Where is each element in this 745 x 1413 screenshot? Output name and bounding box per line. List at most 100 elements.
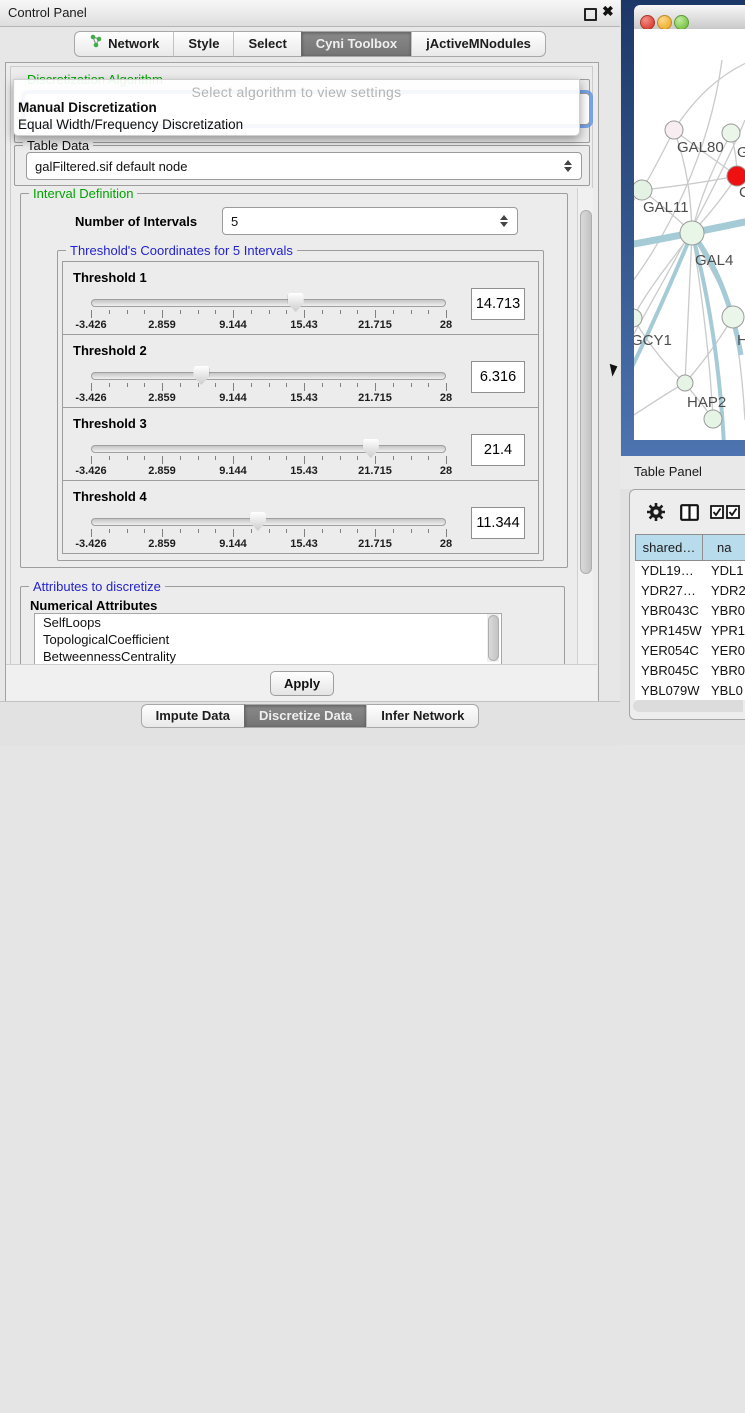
zoom-traffic-light-icon[interactable] xyxy=(674,15,689,30)
network-node-label: H xyxy=(737,332,745,349)
network-window-titlebar[interactable] xyxy=(634,5,745,30)
slider-ticks xyxy=(91,310,446,319)
table-hscrollbar-track[interactable] xyxy=(633,700,743,712)
network-node[interactable] xyxy=(704,410,722,428)
dropdown-item-2[interactable]: Equal Width/Frequency Discretization xyxy=(18,117,243,132)
numerical-attributes-list[interactable]: SelfLoopsTopologicalCoefficientBetweenne… xyxy=(34,613,502,665)
tab-label: Discretize Data xyxy=(259,705,352,727)
slider-ticks xyxy=(91,456,446,465)
network-node-label: GCY1 xyxy=(634,332,672,349)
gear-icon[interactable] xyxy=(646,502,666,527)
tab-network[interactable]: Network xyxy=(74,31,173,57)
tab-impute-data[interactable]: Impute Data xyxy=(141,704,244,728)
tab-label: jActiveMNodules xyxy=(426,32,531,56)
tab-cyni-toolbox[interactable]: Cyni Toolbox xyxy=(301,31,411,57)
close-icon[interactable]: ✖ xyxy=(602,3,614,20)
cell-name: YBR0 xyxy=(703,603,745,623)
threshold-label: Threshold 4 xyxy=(73,489,147,504)
attribute-list-item[interactable]: TopologicalCoefficient xyxy=(35,631,501,648)
table-row[interactable]: YBR043CYBR0 xyxy=(635,603,745,623)
threshold-value-field[interactable]: 14.713 xyxy=(471,288,525,320)
network-node[interactable] xyxy=(677,375,693,391)
mouse-cursor xyxy=(610,362,620,376)
minimize-traffic-light-icon[interactable] xyxy=(657,15,672,30)
combo-stepper-icon[interactable] xyxy=(564,160,572,172)
threshold-value-field[interactable]: 21.4 xyxy=(471,434,525,466)
tab-discretize-data[interactable]: Discretize Data xyxy=(244,704,366,728)
attribute-list-item[interactable]: SelfLoops xyxy=(35,614,501,631)
cell-name: YBR0 xyxy=(703,663,745,683)
threshold-label: Threshold 3 xyxy=(73,416,147,431)
network-node-label: GA xyxy=(737,144,745,161)
network-icon xyxy=(89,32,103,56)
table-row[interactable]: YDR27…YDR2 xyxy=(635,583,745,603)
node-table[interactable]: shared…naYDL19…YDL1YDR27…YDR2YBR043CYBR0… xyxy=(635,534,745,700)
attributes-group-title: Attributes to discretize xyxy=(29,579,165,594)
network-canvas[interactable]: GAL80GAGAL11CGAL4GCY1HHAP2 xyxy=(634,29,745,440)
top-tab-bar: Network Style Select Cyni Toolbox jActiveMNo… xyxy=(0,31,620,57)
slider-scale-labels: -3.4262.8599.14415.4321.71528 xyxy=(91,538,446,550)
tab-jactivemnodules[interactable]: jActiveMNodules xyxy=(411,31,546,57)
select-columns-icon[interactable] xyxy=(710,505,740,524)
table-panel-title: Table Panel xyxy=(634,464,702,479)
column-header-name[interactable]: na xyxy=(702,534,745,561)
network-node[interactable] xyxy=(722,306,744,328)
network-node[interactable] xyxy=(722,124,740,142)
table-row[interactable]: YDL19…YDL1 xyxy=(635,563,745,583)
cell-shared-name: YBR045C xyxy=(635,663,703,683)
close-traffic-light-icon[interactable] xyxy=(640,15,655,30)
thresholds-group-title: Threshold's Coordinates for 5 Intervals xyxy=(66,243,297,258)
slider-scale-labels: -3.4262.8599.14415.4321.71528 xyxy=(91,465,446,477)
number-of-intervals-combobox[interactable]: 5 xyxy=(222,207,518,235)
network-edge[interactable] xyxy=(685,317,733,383)
attribute-list-item[interactable]: BetweennessCentrality xyxy=(35,648,501,665)
slider-scale-labels: -3.4262.8599.14415.4321.71528 xyxy=(91,392,446,404)
table-data-group-title: Table Data xyxy=(23,138,93,153)
attr-list-scrollbar-track[interactable] xyxy=(487,614,499,662)
tab-infer-network[interactable]: Infer Network xyxy=(366,704,479,728)
slider-track[interactable] xyxy=(91,299,446,307)
threshold-box-3: Threshold 3 -3.4262.8599.14415.4321.71528… xyxy=(62,407,539,481)
table-row[interactable]: YPR145WYPR1 xyxy=(635,623,745,643)
attr-list-scrollbar-thumb[interactable] xyxy=(488,615,499,661)
slider-scale-labels: -3.4262.8599.14415.4321.71528 xyxy=(91,319,446,331)
tab-label: Network xyxy=(108,32,159,56)
network-node[interactable] xyxy=(665,121,683,139)
threshold-value-field[interactable]: 6.316 xyxy=(471,361,525,393)
cell-shared-name: YDL19… xyxy=(635,563,703,583)
network-node[interactable] xyxy=(727,166,745,186)
float-window-icon[interactable] xyxy=(584,8,597,21)
table-row[interactable]: YBR045CYBR0 xyxy=(635,663,745,683)
cell-shared-name: YBL079W xyxy=(635,683,703,700)
form-scrollbar-track[interactable] xyxy=(577,188,593,698)
form-scrollbar-thumb[interactable] xyxy=(580,210,592,574)
cell-name: YER0 xyxy=(703,643,745,663)
table-row[interactable]: YBL079WYBL0 xyxy=(635,683,745,700)
network-edge-highlighted[interactable] xyxy=(634,233,692,395)
tab-label: Style xyxy=(188,32,219,56)
network-node[interactable] xyxy=(680,221,704,245)
cell-name: YPR1 xyxy=(703,623,745,643)
column-header-shared[interactable]: shared… xyxy=(635,534,703,561)
table-data-combobox[interactable]: galFiltered.sif default node xyxy=(26,152,582,180)
tab-style[interactable]: Style xyxy=(173,31,233,57)
table-data-value: galFiltered.sif default node xyxy=(35,159,187,174)
network-edge[interactable] xyxy=(634,383,685,425)
table-row[interactable]: YER054CYER0 xyxy=(635,643,745,663)
split-columns-icon[interactable] xyxy=(680,504,699,526)
cell-name: YDL1 xyxy=(703,563,744,583)
cell-name: YDR2 xyxy=(703,583,745,603)
slider-track[interactable] xyxy=(91,372,446,380)
network-edge[interactable] xyxy=(685,233,692,383)
slider-track[interactable] xyxy=(91,518,446,526)
apply-button[interactable]: Apply xyxy=(270,671,334,696)
number-of-intervals-label: Number of Intervals xyxy=(75,214,197,229)
dropdown-item-1[interactable]: Manual Discretization xyxy=(18,100,157,115)
network-node[interactable] xyxy=(634,309,642,327)
network-node[interactable] xyxy=(634,180,652,200)
threshold-value-field[interactable]: 11.344 xyxy=(471,507,525,539)
slider-track[interactable] xyxy=(91,445,446,453)
tab-label: Cyni Toolbox xyxy=(316,32,397,56)
tab-select[interactable]: Select xyxy=(233,31,300,57)
combo-stepper-icon[interactable] xyxy=(500,215,508,227)
